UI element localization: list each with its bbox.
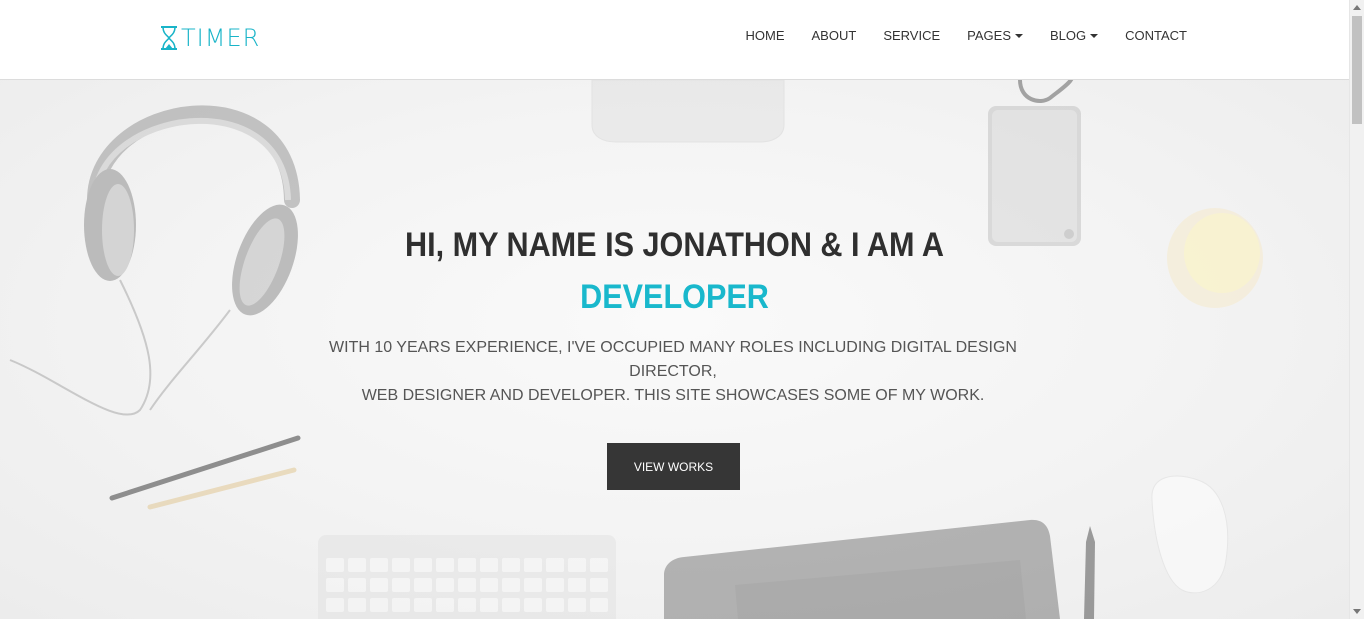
nav-item-service[interactable]: SERVICE	[883, 28, 940, 44]
scrollbar-thumb[interactable]	[1352, 16, 1362, 124]
scroll-down-arrow-icon[interactable]	[1353, 609, 1361, 614]
nav-item-label: SERVICE	[883, 28, 941, 43]
pencils-image	[109, 435, 301, 510]
hero-role: DEVELOPER	[580, 278, 769, 316]
site-header: TIMER HOME ABOUT SERVICE PAGES BLOG CONT…	[0, 0, 1349, 80]
nav-item-label: BLOG	[1050, 28, 1087, 43]
drawing-tablet-image	[664, 519, 1060, 619]
page-scrollbar[interactable]	[1349, 0, 1364, 619]
nav-item-label: HOME	[745, 28, 785, 43]
hero-section: HI, MY NAME IS JONATHON & I AM A DEVELOP…	[0, 80, 1349, 619]
hero-description: WITH 10 YEARS EXPERIENCE, I'VE OCCUPIED …	[300, 336, 1046, 408]
nav-item-label: ABOUT	[811, 28, 857, 43]
nav-item-label: CONTACT	[1125, 28, 1187, 43]
caret-down-icon	[1015, 34, 1023, 38]
monitor-stand-image	[591, 80, 785, 143]
nav-item-pages[interactable]: PAGES	[967, 28, 1023, 44]
stylus-image	[1084, 526, 1095, 619]
nav-item-home[interactable]: HOME	[746, 28, 785, 44]
caret-down-icon	[1090, 34, 1099, 38]
nav-item-blog[interactable]: BLOG	[1050, 28, 1099, 44]
scroll-up-arrow-icon[interactable]	[1353, 5, 1361, 10]
hourglass-icon	[161, 26, 177, 50]
hero-title: HI, MY NAME IS JONATHON & I AM A	[405, 226, 944, 264]
main-nav: HOME ABOUT SERVICE PAGES BLOG CONTACT	[719, 28, 1187, 44]
hero-description-line: WITH 10 YEARS EXPERIENCE, I'VE OCCUPIED …	[329, 339, 1017, 380]
keyboard-image	[318, 535, 616, 619]
logo-text: TIMER	[181, 24, 261, 52]
hard-drive-image	[988, 80, 1081, 246]
logo[interactable]: TIMER	[160, 24, 260, 52]
hero-description-line: WEB DESIGNER AND DEVELOPER. THIS SITE SH…	[361, 387, 985, 404]
nav-item-label: PAGES	[967, 28, 1011, 43]
view-works-button[interactable]: VIEW WORKS	[607, 443, 740, 490]
nav-item-contact[interactable]: CONTACT	[1125, 28, 1187, 44]
nav-item-about[interactable]: ABOUT	[812, 28, 857, 44]
mouse-image	[1151, 475, 1229, 594]
